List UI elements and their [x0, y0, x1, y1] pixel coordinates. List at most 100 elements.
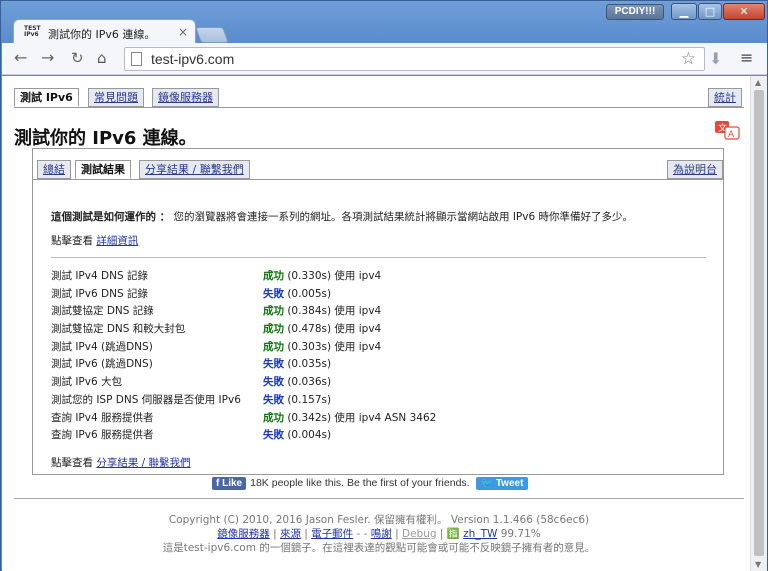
tab-summary[interactable]: 總結	[37, 160, 71, 179]
result-label: 查詢 IPv4 服務提供者	[51, 411, 154, 424]
result-label: 測試雙協定 DNS 和較大封包	[51, 323, 186, 336]
facebook-like-count: 18K people like this. Be the first of yo…	[250, 477, 470, 489]
footer-copyright: Copyright (C) 2010, 2016 Jason Fesler. 保…	[168, 514, 590, 526]
result-label: 測試 IPv6 DNS 記錄	[51, 287, 148, 300]
tab-faq-label: 常見問題	[94, 91, 138, 104]
hamburger-menu-icon[interactable]: ≡	[740, 48, 753, 67]
vertical-scrollbar[interactable]: ▲ ▼	[750, 76, 767, 571]
result-value: 失敗 (0.035s)	[263, 356, 331, 371]
result-status: 失敗	[263, 393, 284, 406]
translate-icon[interactable]: 文 A	[714, 120, 740, 140]
result-status: 成功	[263, 270, 284, 282]
share-line: 點擊查看 分享結果 / 聯繫我們	[51, 455, 191, 470]
intro-heading: 這個測試是如何運作的 ：	[51, 211, 171, 223]
tab-results[interactable]: 測試結果	[75, 160, 131, 179]
result-status: 失敗	[263, 376, 284, 389]
tab-faq[interactable]: 常見問題	[88, 88, 144, 107]
scroll-thumb[interactable]	[754, 90, 764, 556]
result-detail: (0.330s) 使用 ipv4	[284, 270, 382, 282]
footer-link-mirrors[interactable]: 鏡像服務器	[217, 528, 270, 540]
result-value: 成功 (0.342s) 使用 ipv4 ASN 3462	[263, 410, 436, 425]
tab-strip: TEST IPv6 測試你的 IPv6 連線。 ×	[1, 15, 767, 45]
footer-dash: - -	[353, 528, 371, 540]
tab-summary-label: 總結	[43, 163, 65, 176]
result-status: 失敗	[263, 358, 284, 371]
scroll-up-icon[interactable]: ▲	[755, 78, 761, 87]
intro-body: 您的瀏覽器將會連接一系列的網址。各項測試結果統計將顯示當網站啟用 IPv6 時你…	[170, 211, 633, 223]
result-status: 成功	[263, 323, 284, 336]
arrow-right-icon[interactable]: →	[41, 49, 54, 67]
facebook-like-label: Like	[222, 478, 243, 489]
result-label: 測試 IPv6 大包	[51, 376, 122, 389]
scroll-down-icon[interactable]: ▼	[755, 560, 761, 569]
footer-link-debug[interactable]: Debug	[402, 528, 437, 540]
result-row: 測試 IPv6 大包 失敗 (0.036s)	[51, 372, 701, 390]
footer-link-source[interactable]: 來源	[280, 528, 301, 540]
footer: Copyright (C) 2010, 2016 Jason Fesler. 保…	[14, 513, 744, 555]
result-row: 測試 IPv4 DNS 記錄 成功 (0.330s) 使用 ipv4	[51, 266, 701, 284]
result-status: 失敗	[263, 287, 284, 300]
result-row: 測試雙協定 DNS 記錄 成功 (0.384s) 使用 ipv4	[51, 301, 701, 319]
result-detail: (0.005s)	[284, 287, 332, 300]
facebook-like-button[interactable]: f Like	[212, 477, 247, 490]
tab-share-label: 分享結果 / 聯繫我們	[145, 163, 244, 176]
tab-stats-label: 統計	[714, 91, 736, 104]
result-label: 查詢 IPv6 服務提供者	[51, 429, 154, 442]
tab-title: 測試你的 IPv6 連線。	[48, 28, 156, 41]
result-value: 失敗 (0.157s)	[263, 392, 331, 407]
result-row: 測試雙協定 DNS 和較大封包 成功 (0.478s) 使用 ipv4	[51, 319, 701, 337]
svg-text:A: A	[728, 130, 735, 140]
page-icon	[131, 52, 142, 66]
address-bar[interactable]: test-ipv6.com ☆	[124, 47, 705, 71]
url-text[interactable]: test-ipv6.com	[151, 51, 234, 67]
footer-links: 鏡像服務器 | 來源 | 電子郵件 - - 鳴謝 | Debug | 🈯 zh_…	[217, 528, 541, 540]
result-label: 測試您的 ISP DNS 伺服器是否使用 IPv6	[51, 393, 241, 406]
footer-divider	[14, 498, 744, 499]
page-title: 測試你的 IPv6 連線。	[14, 128, 197, 149]
language-icon: 🈯	[446, 528, 460, 540]
result-row: 測試 IPv6 (跳過DNS) 失敗 (0.035s)	[51, 354, 701, 372]
home-icon[interactable]: ⌂	[97, 49, 107, 67]
result-value: 成功 (0.384s) 使用 ipv4	[263, 303, 381, 318]
footer-link-thanks[interactable]: 鳴謝	[371, 528, 392, 540]
reload-icon[interactable]: ↻	[71, 49, 84, 67]
tab-close-icon[interactable]: ×	[178, 25, 188, 39]
result-value: 失敗 (0.005s)	[263, 286, 331, 301]
tab-share-contact[interactable]: 分享結果 / 聯繫我們	[139, 160, 250, 179]
result-detail: (0.384s) 使用 ipv4	[284, 305, 382, 318]
result-detail: (0.342s) 使用 ipv4 ASN 3462	[284, 411, 437, 424]
new-tab-button[interactable]	[195, 27, 229, 43]
tab-stats[interactable]: 統計	[708, 88, 742, 107]
share-link[interactable]: 分享結果 / 聯繫我們	[96, 457, 190, 469]
result-status: 失敗	[263, 429, 284, 442]
footer-lang-pct: 99.71%	[497, 528, 541, 540]
tweet-button[interactable]: 🐦 Tweet	[475, 477, 529, 490]
tab-test-ipv6[interactable]: 測試 IPv6	[14, 88, 79, 107]
result-label: 測試 IPv4 (跳過DNS)	[51, 340, 153, 353]
details-prefix: 點擊查看	[51, 235, 97, 247]
star-icon[interactable]: ☆	[681, 49, 696, 69]
result-status: 成功	[263, 340, 284, 353]
browser-tab[interactable]: TEST IPv6 測試你的 IPv6 連線。 ×	[13, 19, 196, 45]
tab-divider	[14, 107, 744, 108]
result-value: 成功 (0.478s) 使用 ipv4	[263, 321, 381, 336]
footer-link-email[interactable]: 電子郵件	[311, 528, 353, 540]
arrow-left-icon[interactable]: ←	[14, 49, 27, 67]
result-row: 測試 IPv4 (跳過DNS) 成功 (0.303s) 使用 ipv4	[51, 337, 701, 355]
result-row: 測試您的 ISP DNS 伺服器是否使用 IPv6 失敗 (0.157s)	[51, 390, 701, 408]
tab-mirrors[interactable]: 鏡像服務器	[152, 88, 219, 107]
result-value: 成功 (0.303s) 使用 ipv4	[263, 339, 381, 354]
details-link[interactable]: 詳細資訊	[96, 235, 138, 247]
tweet-label: Tweet	[495, 478, 524, 489]
result-detail: (0.157s)	[284, 393, 332, 406]
share-prefix: 點擊查看	[51, 457, 97, 469]
result-value: 失敗 (0.004s)	[263, 427, 331, 442]
download-icon[interactable]: ⬇	[709, 49, 722, 68]
footer-link-lang[interactable]: zh_TW	[463, 528, 497, 540]
result-detail: (0.478s) 使用 ipv4	[284, 323, 382, 336]
browser-window: PCDIY!!! ▁ □ ✕ TEST IPv6 測試你的 IPv6 連線。 ×…	[0, 0, 768, 571]
result-row: 查詢 IPv6 服務提供者 失敗 (0.004s)	[51, 425, 701, 443]
result-detail: (0.035s)	[284, 358, 332, 371]
tab-mirrors-label: 鏡像服務器	[158, 91, 213, 104]
tab-helpdesk[interactable]: 為說明台	[667, 160, 723, 179]
